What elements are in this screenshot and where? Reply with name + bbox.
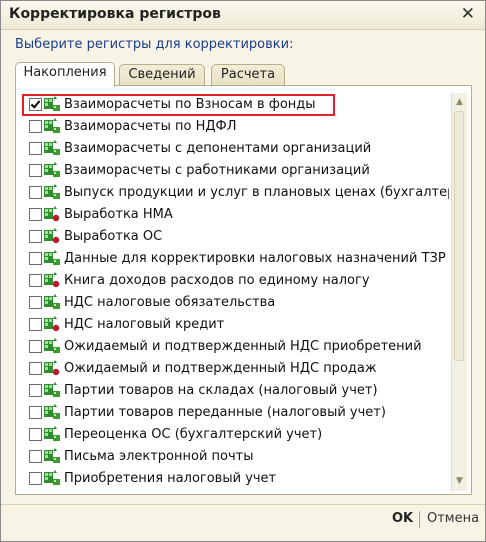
tab-info[interactable]: Сведений — [119, 64, 205, 86]
register-row[interactable]: Взаиморасчеты с депонентами организаций — [19, 137, 449, 159]
register-checkbox[interactable] — [29, 339, 42, 353]
register-row[interactable]: Приобретения налоговый учет — [19, 467, 449, 489]
tab-panel: Взаиморасчеты по Взносам в фонды Взаимора… — [15, 85, 472, 495]
register-checkbox[interactable] — [29, 97, 42, 111]
register-green-icon — [43, 184, 61, 200]
tab-calculation[interactable]: Расчета — [211, 64, 285, 86]
ok-button[interactable]: OK — [392, 511, 413, 526]
register-green-icon — [43, 294, 61, 310]
register-checkbox[interactable] — [29, 273, 42, 287]
register-row[interactable]: Взаиморасчеты по Взносам в фонды — [19, 93, 449, 115]
register-label: Данные для корректировки налоговых назна… — [64, 250, 446, 266]
register-red-icon — [43, 206, 61, 222]
register-label: НДС налоговый кредит — [64, 316, 225, 332]
register-green-icon — [43, 404, 61, 420]
cancel-button[interactable]: Отмена — [427, 511, 479, 526]
window-title: Корректировка регистров — [9, 6, 221, 22]
register-checkbox[interactable] — [29, 251, 42, 265]
register-label: Взаиморасчеты по Взносам в фонды — [64, 96, 316, 112]
register-label: Взаиморасчеты с депонентами организаций — [64, 140, 372, 156]
tab-accumulation[interactable]: Накопления — [15, 62, 115, 87]
register-row[interactable]: НДС налоговые обязательства — [19, 291, 449, 313]
button-separator — [419, 511, 420, 528]
register-green-icon — [43, 426, 61, 442]
register-checkbox[interactable] — [29, 449, 42, 463]
register-checkbox[interactable] — [29, 207, 42, 221]
register-checkbox[interactable] — [29, 141, 42, 155]
register-green-icon — [43, 140, 61, 156]
vertical-scrollbar[interactable]: ▲ ▼ — [451, 93, 467, 491]
register-red-icon — [43, 272, 61, 288]
register-checkbox[interactable] — [29, 427, 42, 441]
register-label: НДС налоговые обязательства — [64, 294, 276, 310]
register-green-icon — [43, 96, 61, 112]
register-checkbox[interactable] — [29, 317, 42, 331]
register-label: Книга доходов расходов по единому налогу — [64, 272, 370, 288]
dialog-window: Корректировка регистров ✕ Выберите регис… — [0, 0, 486, 542]
register-row[interactable]: НДС налоговый кредит — [19, 313, 449, 335]
register-checkbox[interactable] — [29, 361, 42, 375]
register-label: Ожидаемый и подтвержденный НДС приобрете… — [64, 338, 422, 354]
scroll-down-icon[interactable]: ▼ — [452, 474, 467, 489]
register-row[interactable]: Взаиморасчеты с работниками организаций — [19, 159, 449, 181]
footer-divider — [1, 504, 485, 505]
register-label: Взаиморасчеты по НДФЛ — [64, 118, 237, 134]
register-row[interactable]: Выпуск продукции и услуг в плановых цена… — [19, 181, 449, 203]
register-label: Выпуск продукции и услуг в плановых цена… — [64, 184, 449, 200]
register-row[interactable]: Письма электронной почты — [19, 445, 449, 467]
register-green-icon — [43, 162, 61, 178]
close-icon[interactable]: ✕ — [461, 4, 475, 24]
register-label: Переоценка ОС (бухгалтерский учет) — [64, 426, 323, 442]
register-row[interactable]: Партии товаров переданные (налоговый уче… — [19, 401, 449, 423]
register-red-icon — [43, 316, 61, 332]
register-green-icon — [43, 382, 61, 398]
register-green-icon — [43, 118, 61, 134]
register-row[interactable]: Ожидаемый и подтвержденный НДС продаж — [19, 357, 449, 379]
register-green-icon — [43, 338, 61, 354]
register-label: Письма электронной почты — [64, 448, 254, 464]
register-green-icon — [43, 470, 61, 486]
register-label: Партии товаров переданные (налоговый уче… — [64, 404, 386, 420]
register-checkbox[interactable] — [29, 295, 42, 309]
register-red-icon — [43, 228, 61, 244]
register-row[interactable]: Данные для корректировки налоговых назна… — [19, 247, 449, 269]
register-row[interactable]: Взаиморасчеты по НДФЛ — [19, 115, 449, 137]
instruction-text: Выберите регистры для корректировки: — [15, 37, 294, 52]
register-row[interactable]: Переоценка ОС (бухгалтерский учет) — [19, 423, 449, 445]
register-green-icon — [43, 448, 61, 464]
register-list: Взаиморасчеты по Взносам в фонды Взаимора… — [19, 93, 449, 491]
register-checkbox[interactable] — [29, 229, 42, 243]
register-label: Выработка НМА — [64, 206, 173, 222]
register-row[interactable]: Партии товаров на складах (налоговый уче… — [19, 379, 449, 401]
register-row[interactable]: Ожидаемый и подтвержденный НДС приобрете… — [19, 335, 449, 357]
register-checkbox[interactable] — [29, 185, 42, 199]
register-label: Взаиморасчеты с работниками организаций — [64, 162, 370, 178]
register-label: Приобретения налоговый учет — [64, 470, 277, 486]
register-checkbox[interactable] — [29, 405, 42, 419]
register-label: Выработка ОС — [64, 228, 163, 244]
register-label: Партии товаров на складах (налоговый уче… — [64, 382, 378, 398]
register-red-icon — [43, 360, 61, 376]
register-row[interactable]: Книга доходов расходов по единому налогу — [19, 269, 449, 291]
scroll-up-icon[interactable]: ▲ — [452, 95, 467, 110]
register-label: Ожидаемый и подтвержденный НДС продаж — [64, 360, 377, 376]
register-checkbox[interactable] — [29, 119, 42, 133]
scrollbar-thumb[interactable] — [454, 111, 464, 361]
title-bar: Корректировка регистров ✕ — [1, 1, 485, 30]
register-row[interactable]: Выработка НМА — [19, 203, 449, 225]
register-row[interactable]: Выработка ОС — [19, 225, 449, 247]
register-checkbox[interactable] — [29, 383, 42, 397]
register-checkbox[interactable] — [29, 163, 42, 177]
register-green-icon — [43, 250, 61, 266]
register-checkbox[interactable] — [29, 471, 42, 485]
